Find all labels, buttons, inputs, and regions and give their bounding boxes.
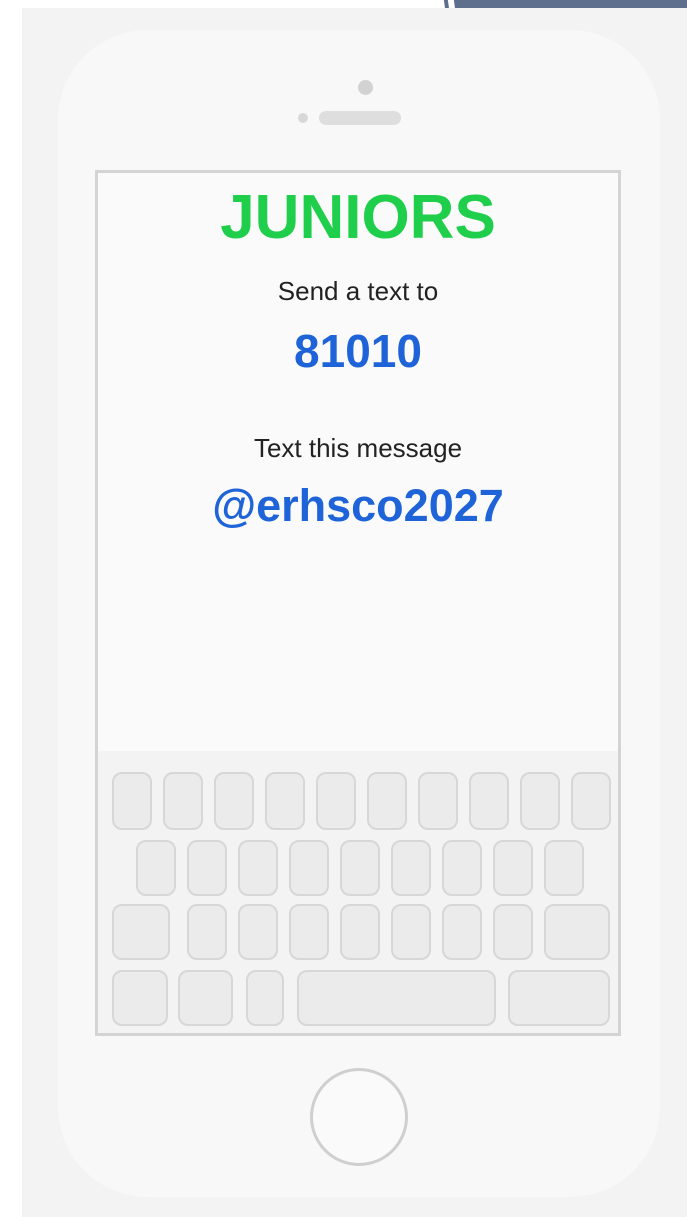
keyboard <box>98 751 618 1033</box>
keyboard-key <box>187 840 227 896</box>
keyboard-key <box>163 772 203 830</box>
keyboard-key <box>442 904 482 960</box>
keyboard-key <box>391 904 431 960</box>
keyboard-key <box>316 772 356 830</box>
keyboard-key <box>493 904 533 960</box>
keyboard-key <box>112 904 170 960</box>
keyboard-key <box>246 970 284 1026</box>
keyboard-key <box>571 772 611 830</box>
keyboard-key <box>367 772 407 830</box>
keyboard-key <box>520 772 560 830</box>
keyboard-key <box>418 772 458 830</box>
keyboard-key <box>289 840 329 896</box>
phone-screen: JUNIORS Send a text to 81010 Text this m… <box>95 170 621 1036</box>
keyboard-key <box>442 840 482 896</box>
message-label: Text this message <box>253 433 463 463</box>
camera-icon <box>358 80 373 95</box>
sensor-icon <box>298 113 308 123</box>
screen-content: JUNIORS Send a text to 81010 Text this m… <box>98 173 618 752</box>
keyboard-key <box>391 840 431 896</box>
send-text-label: Send a text to <box>277 276 439 306</box>
keyboard-key <box>289 904 329 960</box>
keyboard-key <box>238 904 278 960</box>
page-title: JUNIORS <box>220 183 496 252</box>
keyboard-key <box>508 970 610 1026</box>
keyboard-key <box>544 840 584 896</box>
message-code: @erhsco2027 <box>212 480 504 531</box>
keyboard-key <box>544 904 610 960</box>
keyboard-key <box>187 904 227 960</box>
keyboard-key <box>297 970 496 1026</box>
keyboard-key <box>469 772 509 830</box>
keyboard-key <box>214 772 254 830</box>
keyboard-key <box>493 840 533 896</box>
keyboard-key <box>340 904 380 960</box>
keyboard-key <box>238 840 278 896</box>
home-button <box>310 1068 408 1166</box>
keyboard-key <box>265 772 305 830</box>
text-number: 81010 <box>294 325 422 377</box>
keyboard-key <box>340 840 380 896</box>
speaker-icon <box>319 111 401 125</box>
keyboard-key <box>136 840 176 896</box>
keyboard-key <box>112 970 168 1026</box>
keyboard-key <box>112 772 152 830</box>
keyboard-key <box>178 970 233 1026</box>
